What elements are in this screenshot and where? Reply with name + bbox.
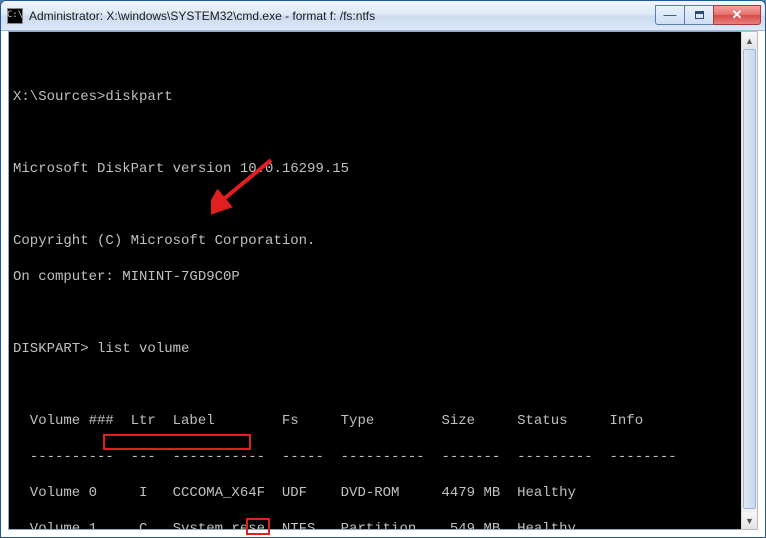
diskpart-banner: Microsoft DiskPart version 10.0.16299.15 bbox=[13, 160, 753, 178]
cmd-icon: C:\ bbox=[7, 8, 23, 24]
chevron-up-icon: ▲ bbox=[745, 36, 754, 46]
vertical-scrollbar[interactable]: ▲ ▼ bbox=[741, 31, 758, 530]
volume-table-header: Volume ### Ltr Label Fs Type Size Status… bbox=[13, 412, 753, 430]
scroll-up-button[interactable]: ▲ bbox=[742, 32, 757, 49]
scroll-down-button[interactable]: ▼ bbox=[742, 512, 757, 529]
minimize-button[interactable]: — bbox=[655, 5, 685, 25]
chevron-down-icon: ▼ bbox=[745, 516, 754, 526]
maximize-button[interactable] bbox=[684, 5, 714, 25]
scrollbar-thumb[interactable] bbox=[743, 49, 756, 509]
minimize-icon: — bbox=[664, 8, 677, 21]
close-icon: ✕ bbox=[732, 8, 743, 21]
volume-row: Volume 1 C System rese NTFS Partition 54… bbox=[13, 520, 753, 530]
titlebar[interactable]: C:\ Administrator: X:\windows\SYSTEM32\c… bbox=[1, 1, 765, 31]
copyright-line: Copyright (C) Microsoft Corporation. bbox=[13, 232, 753, 250]
window-title: Administrator: X:\windows\SYSTEM32\cmd.e… bbox=[29, 9, 655, 23]
window-controls: — ✕ bbox=[655, 5, 761, 25]
cmd-window: C:\ Administrator: X:\windows\SYSTEM32\c… bbox=[0, 0, 766, 538]
prompt: X:\Sources> bbox=[13, 89, 105, 105]
volume-table-divider: ---------- --- ----------- ----- -------… bbox=[13, 448, 753, 466]
computer-line: On computer: MININT-7GD9C0P bbox=[13, 268, 753, 286]
maximize-icon bbox=[695, 11, 704, 19]
diskpart-prompt: DISKPART> bbox=[13, 341, 97, 357]
volume-row: Volume 0 I CCCOMA_X64F UDF DVD-ROM 4479 … bbox=[13, 484, 753, 502]
command-diskpart: diskpart bbox=[105, 89, 172, 105]
command-list-volume: list volume bbox=[97, 341, 189, 357]
console-output[interactable]: X:\Sources>diskpart Microsoft DiskPart v… bbox=[8, 31, 758, 530]
close-button[interactable]: ✕ bbox=[713, 5, 761, 25]
